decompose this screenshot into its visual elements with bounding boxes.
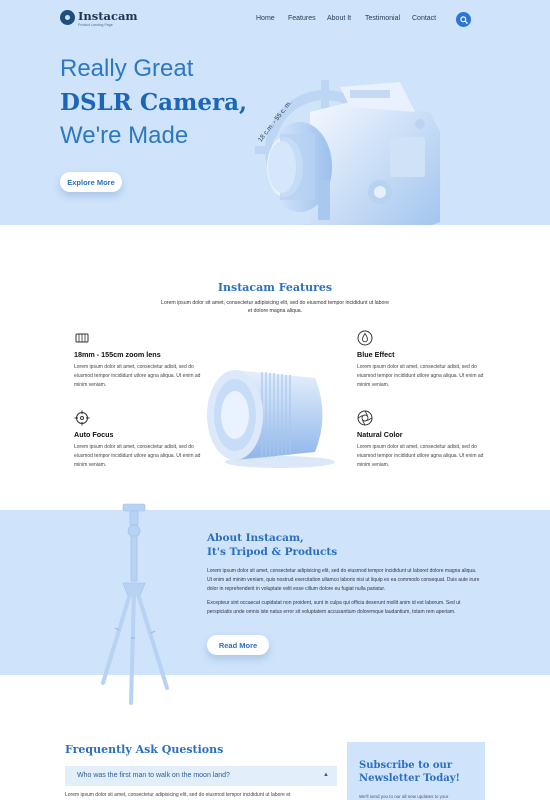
search-button[interactable] [456,12,471,27]
faq-question-toggle[interactable]: Who was the first man to walk on the moo… [65,766,337,786]
newsletter-text: We'll send you to our all new updates to… [359,794,449,799]
aperture-icon [357,410,373,426]
lens-icon [75,333,89,343]
search-icon [459,15,468,24]
about-heading-line1: About Instacam, [207,532,304,544]
drop-icon [357,330,373,346]
feature-text: Lorem ipsum dolor sit amet, consectetur … [74,364,201,388]
camera-lens-image [207,370,335,468]
brand-name: Instacam [78,9,138,23]
nav-item-testimonial[interactable]: Testimonial [365,15,400,22]
newsletter-heading: Subscribe to our Newsletter Today! [359,759,460,785]
nav-item-features[interactable]: Features [288,15,316,22]
hero-headline-line3: We're Made [60,122,189,149]
top-navigation: Instacam Product Landing Page Home Featu… [0,0,550,38]
newsletter-box: Subscribe to our Newsletter Today! We'll… [347,742,485,800]
feature-title: Natural Color [357,430,403,439]
features-heading: Instacam Features [217,281,333,294]
faq-heading: Frequently Ask Questions [65,743,224,756]
read-more-button[interactable]: Read More [207,635,269,655]
hero-headline-line2: DSLR Camera, [60,89,248,116]
crosshair-icon [74,410,90,426]
hero-section: Instacam Product Landing Page Home Featu… [0,0,550,225]
feature-text: Lorem ipsum dolor sit amet, consectetur … [357,364,484,388]
tripod-image [101,503,169,705]
about-paragraph-1: Lorem ipsum dolor sit amet, consectetur … [207,568,480,592]
about-heading-line2: It's Tripod & Products [207,546,338,558]
chevron-up-icon: ▲ [323,772,329,778]
hero-headline-line1: Really Great [60,55,194,82]
brand-tagline: Product Landing Page [78,23,113,27]
newsletter-heading-line1: Subscribe to our [359,760,453,771]
faq-question-text: Who was the first man to walk on the moo… [77,772,230,779]
feature-text: Lorem ipsum dolor sit amet, consectetur … [74,444,201,468]
explore-more-button[interactable]: Explore More [60,172,122,192]
feature-text: Lorem ipsum dolor sit amet, consectetur … [357,444,484,468]
nav-item-about[interactable]: About It [327,15,351,22]
camera-logo-icon [60,10,75,25]
faq-answer-text: Lorem ipsum dolor sit amet, consectetur … [65,792,291,798]
nav-item-contact[interactable]: Contact [412,15,436,22]
about-paragraph-2: Excepteur sint occaecat cupidatat non pr… [207,600,461,615]
nav-item-home[interactable]: Home [256,15,275,22]
features-subtitle: Lorem ipsum dolor sit amet, consectetur … [160,300,390,315]
feature-title: Auto Focus [74,430,114,439]
dslr-camera-image [267,82,440,225]
feature-title: 18mm - 155cm zoom lens [74,350,161,359]
feature-title: Blue Effect [357,350,395,359]
newsletter-heading-line2: Newsletter Today! [359,773,460,784]
